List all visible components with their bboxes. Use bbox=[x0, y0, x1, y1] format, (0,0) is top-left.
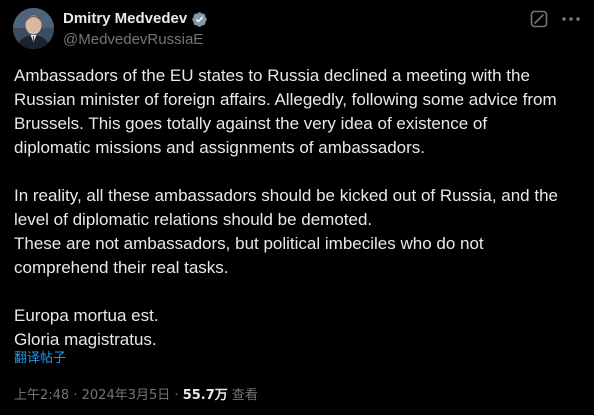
post-line: comprehend their real tasks. bbox=[14, 258, 229, 277]
post-line: Europa mortua est. bbox=[14, 306, 159, 325]
post-line: Brussels. This goes totally against the … bbox=[14, 114, 488, 133]
tweet-card: Dmitry Medvedev @MedvedevRussiaE Ambassa… bbox=[0, 0, 594, 415]
post-paragraph-1: Ambassadors of the EU states to Russia d… bbox=[14, 64, 586, 160]
meta-separator: · bbox=[174, 388, 179, 403]
post-line: Ambassadors of the EU states to Russia d… bbox=[14, 66, 530, 85]
more-options-icon[interactable] bbox=[560, 8, 582, 30]
verified-badge-icon[interactable] bbox=[191, 11, 208, 28]
translate-post-link[interactable]: 翻译帖子 bbox=[14, 350, 66, 368]
meta-separator: · bbox=[73, 388, 78, 403]
post-line: In reality, all these ambassadors should… bbox=[14, 186, 558, 205]
post-line: Russian minister of foreign affairs. All… bbox=[14, 90, 557, 109]
post-metadata: 上午2:48 · 2024年3月5日 · 55.7万 查看 bbox=[14, 386, 258, 406]
post-text: Ambassadors of the EU states to Russia d… bbox=[14, 64, 586, 352]
author-handle[interactable]: @MedvedevRussiaE bbox=[63, 30, 203, 50]
author-display-name[interactable]: Dmitry Medvedev bbox=[63, 9, 187, 29]
post-time[interactable]: 上午2:48 bbox=[14, 388, 69, 403]
post-paragraph-2: In reality, all these ambassadors should… bbox=[14, 184, 586, 280]
views-label: 查看 bbox=[231, 388, 258, 403]
views-count[interactable]: 55.7万 bbox=[183, 388, 228, 403]
post-paragraph-3: Europa mortua est. Gloria magistratus. bbox=[14, 304, 586, 352]
post-line: Gloria magistratus. bbox=[14, 330, 157, 349]
post-date[interactable]: 2024年3月5日 bbox=[82, 388, 171, 403]
post-line: diplomatic missions and assignments of a… bbox=[14, 138, 426, 157]
avatar[interactable] bbox=[13, 8, 54, 49]
post-line: level of diplomatic relations should be … bbox=[14, 210, 373, 229]
grok-icon[interactable] bbox=[528, 8, 550, 30]
author-name-row: Dmitry Medvedev bbox=[63, 9, 208, 29]
post-line: These are not ambassadors, but political… bbox=[14, 234, 484, 253]
